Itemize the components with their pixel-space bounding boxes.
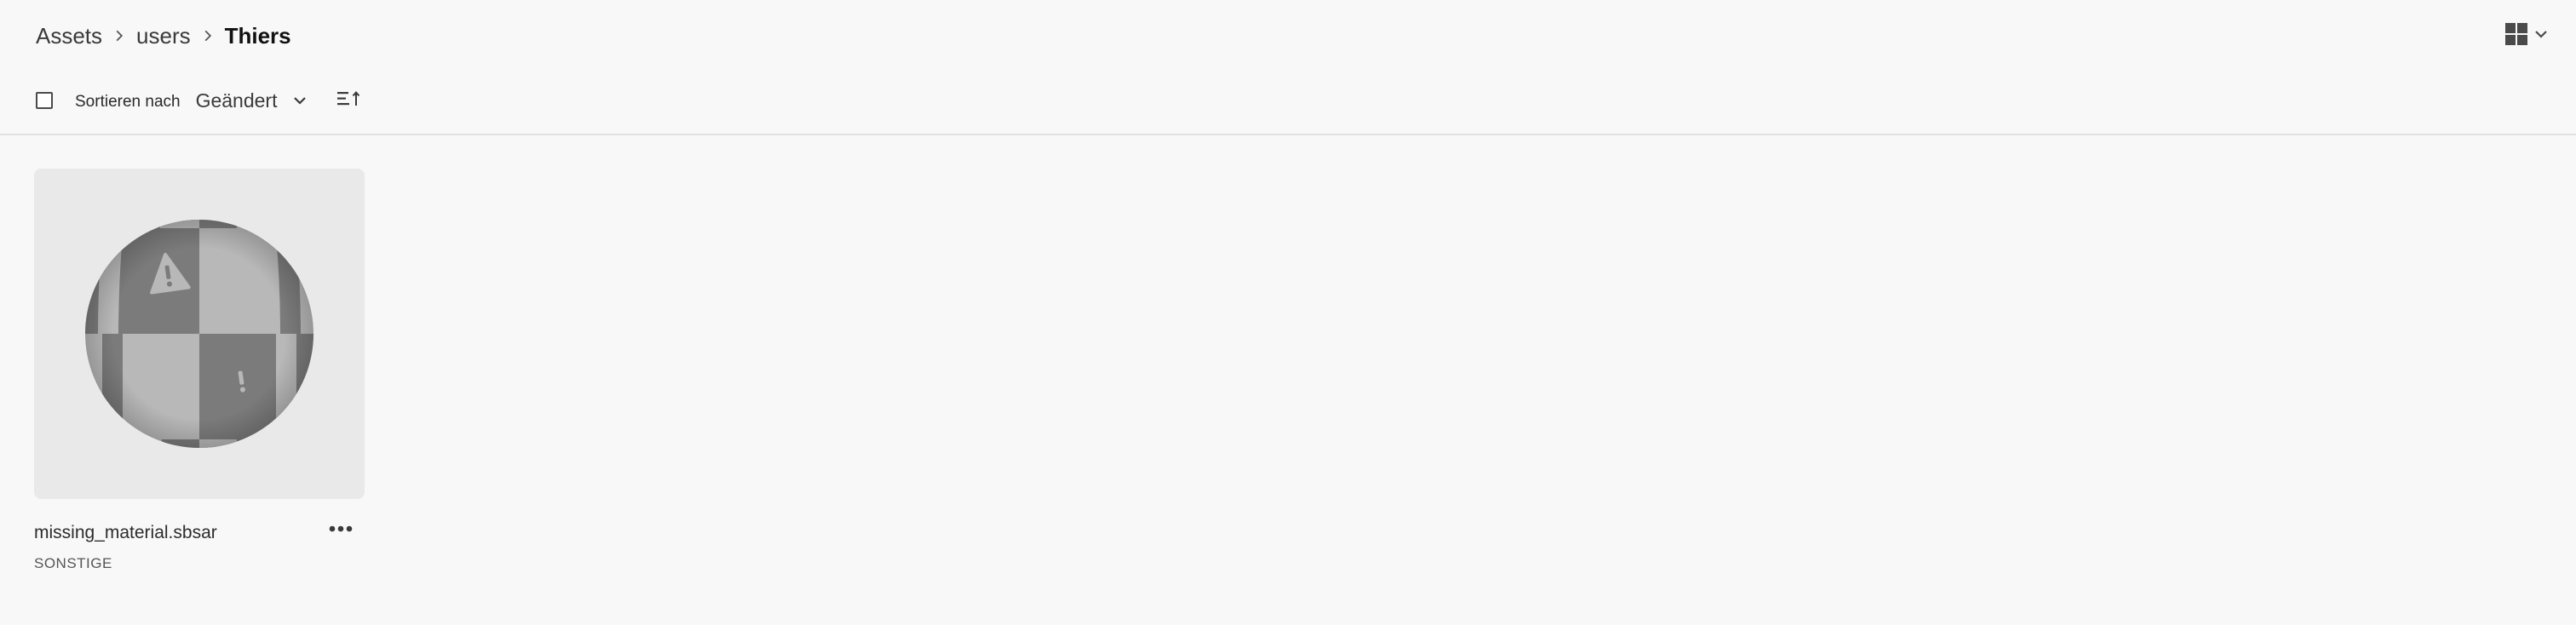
toolbar: Sortieren nach Geändert (36, 83, 362, 118)
more-actions-button[interactable] (325, 516, 356, 542)
sort-label: Sortieren nach (75, 93, 181, 111)
grid-view-icon (2504, 22, 2528, 46)
sort-value: Geändert (195, 89, 278, 112)
chevron-right-icon (102, 19, 136, 53)
asset-thumbnail[interactable] (34, 169, 365, 499)
select-all-checkbox[interactable] (36, 92, 53, 109)
asset-browser: Assets users Thiers Sortieren nach Geänd… (0, 0, 2576, 625)
chevron-down-icon (292, 93, 308, 108)
toolbar-divider (0, 134, 2576, 135)
chevron-right-icon (191, 19, 225, 53)
breadcrumb: Assets users Thiers (36, 19, 291, 53)
sort-order-button[interactable] (336, 89, 362, 112)
asset-name[interactable]: missing_material.sbsar (34, 523, 365, 543)
sort-dropdown[interactable]: Geändert (196, 89, 308, 112)
asset-meta: missing_material.sbsar SONSTIGE (34, 523, 365, 572)
sort-order-icon (336, 89, 362, 112)
asset-card[interactable]: missing_material.sbsar SONSTIGE (34, 169, 365, 572)
breadcrumb-item-users[interactable]: users (136, 23, 191, 49)
asset-type: SONSTIGE (34, 555, 112, 571)
view-switcher-button[interactable] (2504, 17, 2549, 51)
breadcrumb-item-assets[interactable]: Assets (36, 23, 102, 49)
breadcrumb-current: Thiers (224, 22, 291, 49)
chevron-down-icon (2533, 26, 2549, 42)
more-options-icon (329, 521, 353, 536)
missing-material-sphere-icon (85, 220, 313, 448)
